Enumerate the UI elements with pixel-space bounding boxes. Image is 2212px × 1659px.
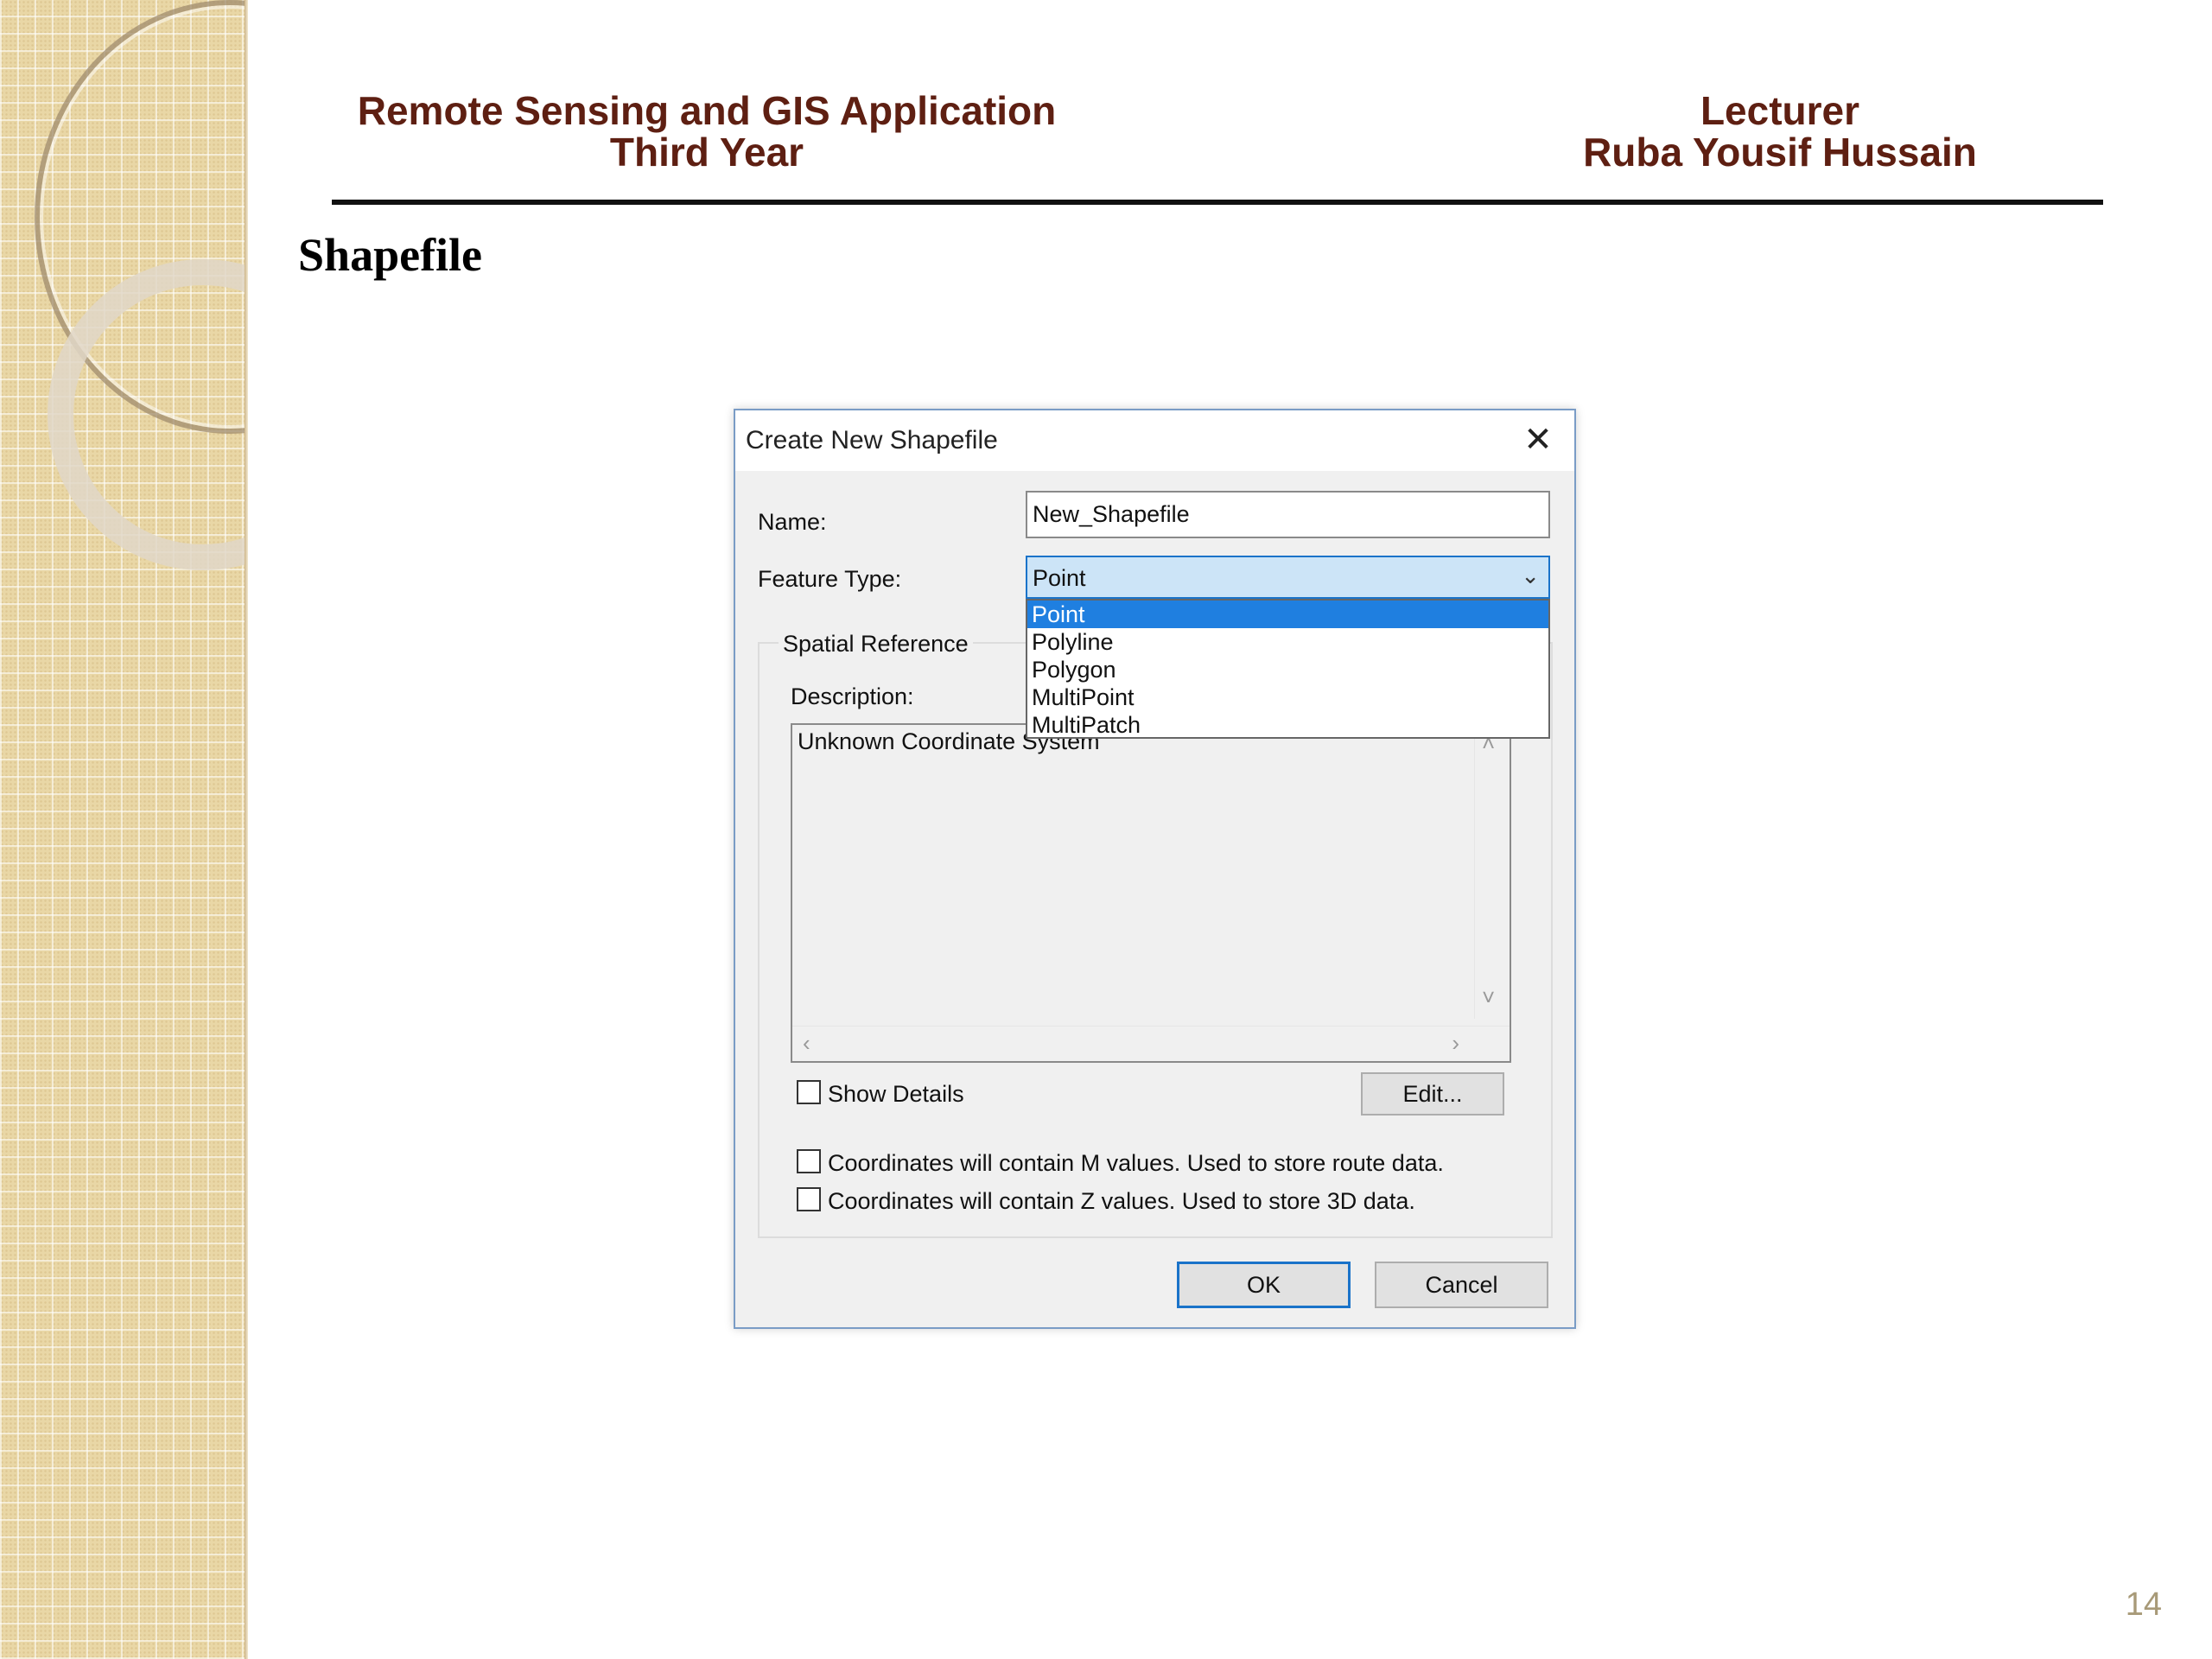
course-year: Third Year [609,130,804,175]
z-values-checkbox[interactable] [797,1187,821,1211]
horizontal-scrollbar[interactable]: ‹ › [792,1026,1510,1061]
close-icon[interactable]: ✕ [1517,419,1559,461]
m-values-label: Coordinates will contain M values. Used … [828,1150,1444,1176]
lecturer-header: Lecturer Ruba Yousif Hussain [1573,90,1987,173]
spatial-reference-legend: Spatial Reference [779,631,973,658]
dialog-title: Create New Shapefile [746,426,998,454]
cancel-button[interactable]: Cancel [1375,1262,1548,1308]
vertical-scrollbar[interactable]: ˄ ˅ [1474,725,1510,1019]
slide-title: Shapefile [298,229,483,281]
name-label: Name: [758,509,827,535]
header-divider [332,200,2103,205]
feature-type-select[interactable]: Point ⌄ [1026,556,1550,599]
feature-type-dropdown: Point Polyline Polygon MultiPoint MultiP… [1026,599,1550,739]
dialog-titlebar[interactable]: Create New Shapefile ✕ [735,410,1574,471]
feature-type-option-multipoint[interactable]: MultiPoint [1027,683,1548,711]
page-number: 14 [2125,1586,2162,1623]
feature-type-label: Feature Type: [758,566,902,592]
feature-type-option-multipatch[interactable]: MultiPatch [1027,711,1548,739]
scroll-left-icon[interactable]: ‹ [803,1030,810,1057]
strip-edge [245,0,248,1659]
name-input[interactable] [1026,491,1550,538]
create-new-shapefile-dialog: Create New Shapefile ✕ Name: Feature Typ… [734,409,1576,1329]
scroll-right-icon[interactable]: › [1452,1030,1459,1057]
course-title: Remote Sensing and GIS Application [357,88,1057,133]
feature-type-value: Point [1033,565,1086,591]
decorative-rings [0,0,245,1659]
feature-type-option-point[interactable]: Point [1027,601,1548,628]
show-details-checkbox[interactable] [797,1080,821,1104]
ok-button[interactable]: OK [1177,1262,1351,1308]
lecturer-name: Ruba Yousif Hussain [1583,130,1977,175]
edit-button[interactable]: Edit... [1361,1072,1504,1116]
z-values-label: Coordinates will contain Z values. Used … [828,1188,1415,1214]
description-label: Description: [791,683,914,709]
description-box[interactable]: Unknown Coordinate System ˄ ˅ ‹ › [791,723,1511,1063]
chevron-down-icon: ⌄ [1521,563,1540,588]
scroll-down-icon[interactable]: ˅ [1482,984,1495,1011]
course-header: Remote Sensing and GIS Application Third… [327,90,1087,173]
lecturer-label: Lecturer [1700,88,1860,133]
feature-type-option-polygon[interactable]: Polygon [1027,656,1548,683]
show-details-label: Show Details [828,1081,964,1107]
m-values-checkbox[interactable] [797,1149,821,1173]
feature-type-option-polyline[interactable]: Polyline [1027,628,1548,656]
